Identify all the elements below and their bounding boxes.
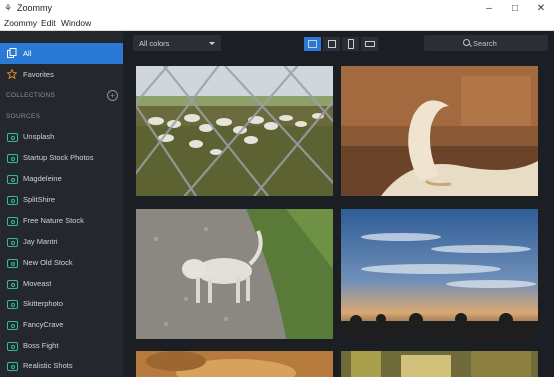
search-icon bbox=[463, 39, 470, 46]
color-filter-value: All colors bbox=[139, 39, 170, 48]
camera-icon bbox=[7, 300, 18, 309]
sidebar-item-label: Unsplash bbox=[23, 132, 55, 141]
view-mode-group bbox=[304, 37, 378, 51]
camera-icon bbox=[7, 154, 18, 163]
sidebar-item-label: New Old Stock bbox=[23, 258, 73, 267]
app-icon: ⚘ bbox=[4, 3, 13, 13]
maximize-button[interactable]: □ bbox=[502, 1, 528, 16]
photo-thumbnail[interactable] bbox=[136, 66, 333, 196]
photo-thumbnail[interactable] bbox=[341, 351, 538, 377]
landscape-view-icon bbox=[365, 41, 375, 47]
minimize-button[interactable]: – bbox=[476, 1, 502, 16]
sidebar-item-label: Free Nature Stock bbox=[23, 216, 84, 225]
square-view-icon bbox=[328, 40, 336, 48]
close-button[interactable]: ✕ bbox=[528, 1, 554, 16]
sidebar-item-jay-mantri[interactable]: Jay Mantri bbox=[0, 231, 123, 252]
window-title: Zoommy bbox=[17, 3, 53, 13]
camera-icon bbox=[7, 259, 18, 268]
dog-tail-image bbox=[341, 66, 538, 196]
sidebar-item-label: Startup Stock Photos bbox=[23, 153, 94, 162]
camera-icon bbox=[7, 280, 18, 289]
sidebar-item-favorites[interactable]: Favorites bbox=[0, 64, 123, 85]
portrait-view-icon bbox=[348, 39, 354, 49]
copy-icon bbox=[7, 48, 17, 58]
sidebar-item-label: Favorites bbox=[23, 70, 54, 79]
sidebar-item-unsplash[interactable]: Unsplash bbox=[0, 126, 123, 147]
camera-icon bbox=[7, 217, 18, 226]
photo-thumbnail[interactable] bbox=[341, 209, 538, 339]
collections-header: COLLECTIONS bbox=[6, 92, 56, 99]
camera-icon bbox=[7, 362, 18, 371]
camera-icon bbox=[7, 175, 18, 184]
search-button[interactable]: Search bbox=[424, 35, 548, 51]
grid-view-button[interactable] bbox=[304, 37, 321, 51]
menu-edit[interactable]: Edit bbox=[41, 18, 56, 28]
camera-icon bbox=[7, 321, 18, 330]
photo-thumbnail[interactable] bbox=[341, 66, 538, 196]
sidebar-item-moveast[interactable]: Moveast bbox=[0, 273, 123, 294]
sidebar-item-label: SplitShire bbox=[23, 195, 56, 204]
sidebar-item-boss-fight[interactable]: Boss Fight bbox=[0, 335, 123, 356]
camera-icon bbox=[7, 238, 18, 247]
square-view-button[interactable] bbox=[323, 37, 340, 51]
sidebar-item-label: Skitterphoto bbox=[23, 299, 64, 308]
sources-header: SOURCES bbox=[6, 113, 41, 120]
sidebar-item-label: Magdeleine bbox=[23, 174, 62, 183]
landscape-view-button[interactable] bbox=[361, 37, 378, 51]
search-label: Search bbox=[473, 39, 497, 48]
menu-window[interactable]: Window bbox=[61, 18, 91, 28]
sidebar-item-label: Boss Fight bbox=[23, 341, 59, 350]
sidebar-item-realistic-shots[interactable]: Realistic Shots bbox=[0, 355, 123, 376]
camera-icon bbox=[7, 342, 18, 351]
camera-icon bbox=[7, 133, 18, 142]
chevron-down-icon bbox=[209, 42, 215, 45]
title-bar: ⚘ Zoommy – □ ✕ bbox=[0, 0, 554, 17]
sidebar-item-label: Realistic Shots bbox=[23, 361, 73, 370]
sheep-fence-image bbox=[136, 66, 333, 196]
sidebar-item-label: Moveast bbox=[23, 279, 52, 288]
sidebar: All Favorites COLLECTIONS + SOURCES Unsp… bbox=[0, 31, 123, 377]
color-filter-dropdown[interactable]: All colors bbox=[133, 35, 221, 51]
menu-bar: Zoommy Edit Window bbox=[0, 17, 554, 31]
add-collection-icon[interactable]: + bbox=[107, 90, 118, 101]
main-area: All colors Search bbox=[123, 31, 554, 377]
star-icon bbox=[7, 69, 17, 79]
sidebar-item-free-nature-stock[interactable]: Free Nature Stock bbox=[0, 210, 123, 231]
sidebar-item-label: All bbox=[23, 49, 32, 58]
blurred-animal-image bbox=[136, 351, 333, 377]
sidebar-item-all[interactable]: All bbox=[0, 43, 123, 64]
white-dog-image bbox=[136, 209, 333, 339]
sidebar-item-skitterphoto[interactable]: Skitterphoto bbox=[0, 293, 123, 314]
sidebar-item-fancycrave[interactable]: FancyCrave bbox=[0, 314, 123, 335]
grid-view-icon bbox=[308, 40, 317, 48]
sunset-sky-image bbox=[341, 209, 538, 339]
sidebar-item-splitshire[interactable]: SplitShire bbox=[0, 189, 123, 210]
portrait-view-button[interactable] bbox=[342, 37, 359, 51]
camera-icon bbox=[7, 196, 18, 205]
menu-zoommy[interactable]: Zoommy bbox=[4, 18, 37, 28]
sidebar-item-new-old-stock[interactable]: New Old Stock bbox=[0, 252, 123, 273]
sidebar-item-magdeleine[interactable]: Magdeleine bbox=[0, 168, 123, 189]
photo-thumbnail[interactable] bbox=[136, 351, 333, 377]
sidebar-item-startup-stock-photos[interactable]: Startup Stock Photos bbox=[0, 147, 123, 168]
blurred-interior-image bbox=[341, 351, 538, 377]
photo-thumbnail[interactable] bbox=[136, 209, 333, 339]
sidebar-item-label: Jay Mantri bbox=[23, 237, 58, 246]
sidebar-item-label: FancyCrave bbox=[23, 320, 64, 329]
